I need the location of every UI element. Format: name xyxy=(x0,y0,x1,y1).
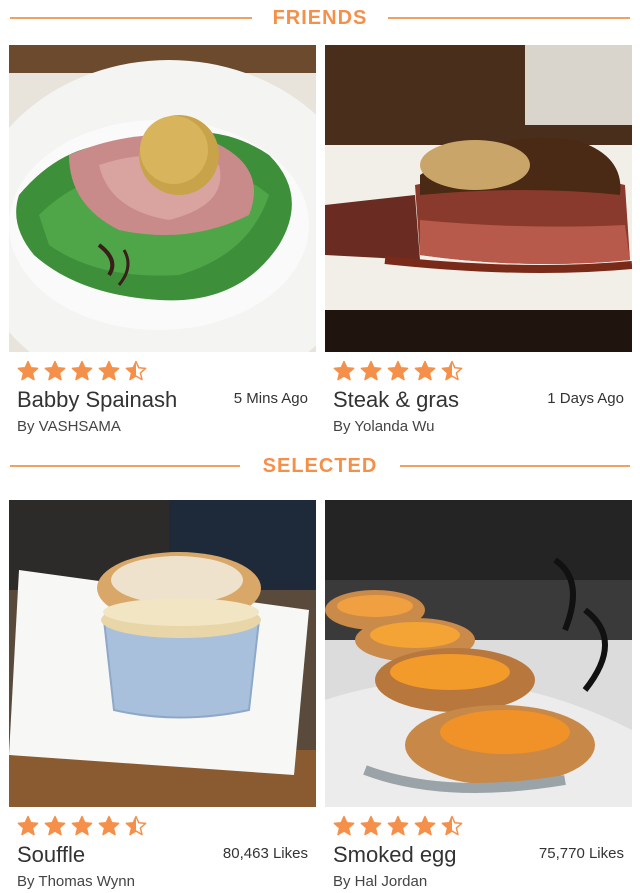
star-full-icon xyxy=(333,360,355,381)
star-full-icon xyxy=(360,360,382,381)
star-full-icon xyxy=(414,815,436,836)
star-full-icon xyxy=(17,815,39,836)
star-full-icon xyxy=(414,360,436,381)
star-full-icon xyxy=(387,360,409,381)
dish-name[interactable]: Steak & gras xyxy=(333,387,459,413)
star-full-icon xyxy=(71,815,93,836)
dish-photo[interactable] xyxy=(325,45,632,352)
author-link[interactable]: By Thomas Wynn xyxy=(17,873,135,890)
section-title-selected: SELECTED xyxy=(262,454,378,477)
posted-time: 1 Days Ago xyxy=(547,390,624,407)
header-divider-right xyxy=(400,465,630,467)
dish-card-babby-spainash[interactable]: Babby Spainash 5 Mins Ago By VASHSAMA xyxy=(9,45,316,435)
star-full-icon xyxy=(387,815,409,836)
rating-stars xyxy=(333,360,463,382)
rating-stars xyxy=(17,815,147,837)
like-count: 80,463 Likes xyxy=(222,845,308,862)
header-divider-left xyxy=(10,17,252,19)
star-half-icon xyxy=(125,815,147,836)
dish-name[interactable]: Smoked egg xyxy=(333,842,457,868)
star-half-icon xyxy=(441,360,463,381)
rating-stars xyxy=(17,360,147,382)
dish-card-souffle[interactable]: Souffle 80,463 Likes By Thomas Wynn xyxy=(9,500,316,890)
star-full-icon xyxy=(44,360,66,381)
dish-name[interactable]: Babby Spainash xyxy=(17,387,177,413)
header-divider-right xyxy=(388,17,630,19)
dish-name[interactable]: Souffle xyxy=(17,842,85,868)
dish-photo[interactable] xyxy=(9,500,316,807)
posted-time: 5 Mins Ago xyxy=(233,390,308,407)
header-divider-left xyxy=(10,465,240,467)
star-half-icon xyxy=(441,815,463,836)
author-link[interactable]: By Yolanda Wu xyxy=(333,418,434,435)
author-link[interactable]: By Hal Jordan xyxy=(333,873,427,890)
star-full-icon xyxy=(44,815,66,836)
star-full-icon xyxy=(333,815,355,836)
rating-stars xyxy=(333,815,463,837)
dish-photo[interactable] xyxy=(9,45,316,352)
star-full-icon xyxy=(98,360,120,381)
selected-section-header: SELECTED xyxy=(0,451,640,481)
dish-photo[interactable] xyxy=(325,500,632,807)
star-full-icon xyxy=(17,360,39,381)
dish-card-steak-gras[interactable]: Steak & gras 1 Days Ago By Yolanda Wu xyxy=(325,45,632,435)
star-half-icon xyxy=(125,360,147,381)
dish-card-smoked-egg[interactable]: Smoked egg 75,770 Likes By Hal Jordan xyxy=(325,500,632,890)
like-count: 75,770 Likes xyxy=(538,845,624,862)
section-title-friends: FRIENDS xyxy=(272,6,368,29)
star-full-icon xyxy=(360,815,382,836)
friends-section-header: FRIENDS xyxy=(0,3,640,33)
star-full-icon xyxy=(98,815,120,836)
star-full-icon xyxy=(71,360,93,381)
author-link[interactable]: By VASHSAMA xyxy=(17,418,121,435)
